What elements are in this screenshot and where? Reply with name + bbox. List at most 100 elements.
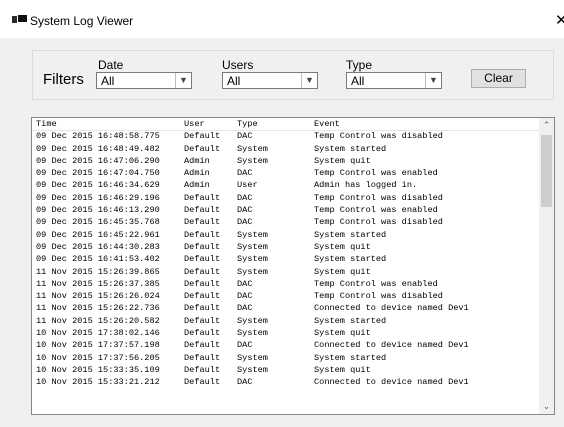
cell-time: 09 Dec 2015 16:46:13.290 xyxy=(36,205,160,216)
column-header-event[interactable]: Event xyxy=(314,118,340,130)
log-row[interactable]: 11 Nov 2015 15:26:22.736 Default DAC Connec… xyxy=(32,302,540,314)
cell-user: Default xyxy=(184,291,221,302)
cell-user: Default xyxy=(184,303,221,314)
cell-event: System started xyxy=(314,229,387,240)
scroll-down-icon[interactable]: ⌄ xyxy=(539,399,554,414)
cell-time: 09 Dec 2015 16:41:53.402 xyxy=(36,254,160,265)
cell-event: Temp Control was disabled xyxy=(314,192,443,203)
chevron-down-icon[interactable]: ▼ xyxy=(425,73,441,88)
cell-type: DAC xyxy=(237,217,253,228)
date-filter-label: Date xyxy=(98,58,124,72)
cell-type: DAC xyxy=(237,278,253,289)
log-row[interactable]: 09 Dec 2015 16:44:30.283 Default System Sys… xyxy=(32,241,540,253)
log-row[interactable]: 09 Dec 2015 16:46:34.629 Admin User Admin h… xyxy=(32,179,540,191)
users-filter-label: Users xyxy=(222,58,254,72)
app-icon xyxy=(12,14,28,24)
cell-type: DAC xyxy=(237,377,253,388)
log-row[interactable]: 09 Dec 2015 16:47:04.750 Admin DAC Temp Con… xyxy=(32,167,540,179)
cell-type: DAC xyxy=(237,291,253,302)
log-row[interactable]: 10 Nov 2015 15:33:21.212 Default DAC Connec… xyxy=(32,376,540,388)
cell-time: 09 Dec 2015 16:48:49.482 xyxy=(36,143,160,154)
clear-button[interactable]: Clear xyxy=(471,69,526,88)
cell-time: 09 Dec 2015 16:48:58.775 xyxy=(36,131,160,142)
log-row[interactable]: 09 Dec 2015 16:48:49.482 Default System Sys… xyxy=(32,143,540,155)
cell-type: System xyxy=(237,155,268,166)
log-row[interactable]: 11 Nov 2015 15:26:20.582 Default System Sys… xyxy=(32,315,540,327)
cell-event: Temp Control was disabled xyxy=(314,217,443,228)
cell-event: System quit xyxy=(314,266,371,277)
cell-time: 11 Nov 2015 15:26:37.385 xyxy=(36,278,160,289)
log-row[interactable]: 09 Dec 2015 16:45:22.961 Default System Sys… xyxy=(32,229,540,241)
cell-type: DAC xyxy=(237,131,253,142)
log-rows: Time User Type Event 09 Dec 2015 16:48:58.77… xyxy=(32,118,540,389)
cell-type: System xyxy=(237,229,268,240)
cell-event: Connected to device named Dev1 xyxy=(314,340,469,351)
cell-time: 09 Dec 2015 16:46:29.196 xyxy=(36,192,160,203)
cell-type: DAC xyxy=(237,205,253,216)
log-row[interactable]: 10 Nov 2015 17:37:57.198 Default DAC Connec… xyxy=(32,339,540,351)
column-header-user[interactable]: User xyxy=(184,118,205,130)
cell-time: 09 Dec 2015 16:45:22.961 xyxy=(36,229,160,240)
cell-user: Default xyxy=(184,217,221,228)
chevron-down-icon[interactable]: ▼ xyxy=(175,73,191,88)
log-row[interactable]: 11 Nov 2015 15:26:39.865 Default System Sys… xyxy=(32,266,540,278)
cell-time: 11 Nov 2015 15:26:39.865 xyxy=(36,266,160,277)
type-filter-label: Type xyxy=(346,58,373,72)
cell-event: Temp Control was enabled xyxy=(314,278,438,289)
log-row[interactable]: 10 Nov 2015 15:33:35.109 Default System Sys… xyxy=(32,364,540,376)
log-row[interactable]: 09 Dec 2015 16:41:53.402 Default System Sys… xyxy=(32,253,540,265)
log-row[interactable]: 11 Nov 2015 15:26:37.385 Default DAC Temp C… xyxy=(32,278,540,290)
close-icon[interactable]: ✕ xyxy=(555,11,564,29)
cell-event: System quit xyxy=(314,328,371,339)
type-filter-value: All xyxy=(351,74,365,88)
log-row[interactable]: 11 Nov 2015 15:26:26.024 Default DAC Temp C… xyxy=(32,290,540,302)
chevron-down-icon[interactable]: ▼ xyxy=(301,73,317,88)
cell-event: Connected to device named Dev1 xyxy=(314,303,469,314)
log-row[interactable]: 09 Dec 2015 16:46:29.196 Default DAC Temp C… xyxy=(32,192,540,204)
vertical-scrollbar[interactable]: ⌃ ⌄ xyxy=(539,118,554,414)
log-list[interactable]: Time User Type Event 09 Dec 2015 16:48:58.77… xyxy=(31,117,555,415)
scroll-thumb[interactable] xyxy=(541,135,552,207)
cell-type: System xyxy=(237,254,268,265)
cell-event: System quit xyxy=(314,364,371,375)
cell-time: 11 Nov 2015 15:26:20.582 xyxy=(36,315,160,326)
log-row[interactable]: 10 Nov 2015 17:38:02.146 Default System Sys… xyxy=(32,327,540,339)
cell-type: System xyxy=(237,241,268,252)
cell-time: 09 Dec 2015 16:47:06.290 xyxy=(36,155,160,166)
window-title: System Log Viewer xyxy=(30,14,134,28)
cell-time: 11 Nov 2015 15:26:22.736 xyxy=(36,303,160,314)
cell-time: 10 Nov 2015 17:37:57.198 xyxy=(36,340,160,351)
column-header-type[interactable]: Type xyxy=(237,118,258,130)
cell-time: 10 Nov 2015 15:33:21.212 xyxy=(36,377,160,388)
log-row[interactable]: 09 Dec 2015 16:45:35.768 Default DAC Temp C… xyxy=(32,216,540,228)
cell-type: System xyxy=(237,143,268,154)
log-row[interactable]: 09 Dec 2015 16:46:13.290 Default DAC Temp C… xyxy=(32,204,540,216)
cell-type: System xyxy=(237,266,268,277)
log-row[interactable]: 09 Dec 2015 16:48:58.775 Default DAC Temp C… xyxy=(32,130,540,142)
cell-time: 09 Dec 2015 16:46:34.629 xyxy=(36,180,160,191)
title-bar: System Log Viewer ✕ xyxy=(0,0,564,38)
cell-time: 09 Dec 2015 16:44:30.283 xyxy=(36,241,160,252)
cell-user: Default xyxy=(184,315,221,326)
cell-user: Default xyxy=(184,143,221,154)
log-row[interactable]: 09 Dec 2015 16:47:06.290 Admin System Syste… xyxy=(32,155,540,167)
date-filter-dropdown[interactable]: All ▼ xyxy=(96,72,192,89)
type-filter-dropdown[interactable]: All ▼ xyxy=(346,72,442,89)
column-header-time[interactable]: Time xyxy=(36,118,57,130)
cell-event: System started xyxy=(314,254,387,265)
cell-user: Default xyxy=(184,328,221,339)
cell-event: System quit xyxy=(314,155,371,166)
cell-user: Default xyxy=(184,266,221,277)
users-filter-dropdown[interactable]: All ▼ xyxy=(222,72,318,89)
cell-time: 09 Dec 2015 16:45:35.768 xyxy=(36,217,160,228)
cell-event: System started xyxy=(314,315,387,326)
cell-type: DAC xyxy=(237,340,253,351)
filters-heading: Filters xyxy=(43,71,84,88)
log-row[interactable]: 10 Nov 2015 17:37:56.205 Default System Sys… xyxy=(32,352,540,364)
scroll-up-icon[interactable]: ⌃ xyxy=(539,118,554,133)
cell-user: Default xyxy=(184,364,221,375)
cell-user: Default xyxy=(184,229,221,240)
cell-user: Admin xyxy=(184,180,210,191)
cell-time: 09 Dec 2015 16:47:04.750 xyxy=(36,168,160,179)
cell-event: System quit xyxy=(314,241,371,252)
